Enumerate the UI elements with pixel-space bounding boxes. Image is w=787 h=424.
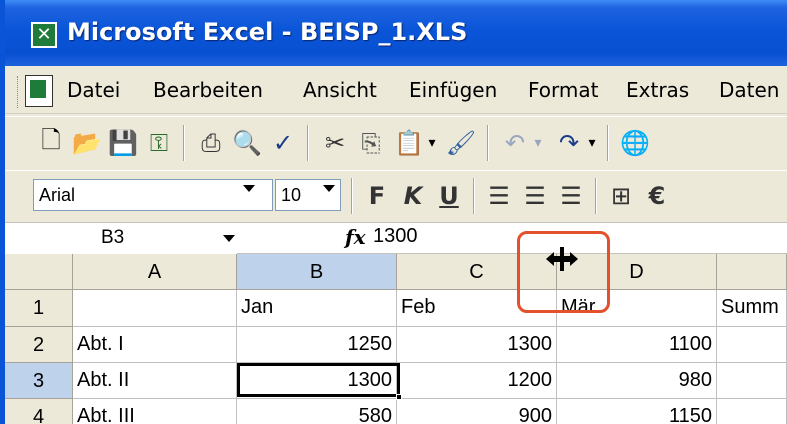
font-size-value: 10: [281, 185, 302, 205]
cell-d4[interactable]: 1150: [557, 399, 717, 424]
standard-toolbar: 🗋 📂 💾 ⚿ ⎙ 🔍 ✓ ✂ ⎘ 📋 ▾ 🖌 ↶ ▾ ↷ ▾ 🌐: [5, 116, 787, 168]
spelling-icon[interactable]: ✓: [265, 125, 301, 161]
italic-button[interactable]: K: [395, 178, 431, 214]
workbook-icon[interactable]: [25, 75, 53, 107]
column-resize-cursor-icon: [546, 247, 578, 271]
select-all-corner[interactable]: [5, 254, 73, 290]
cell-c3[interactable]: 1200: [397, 363, 557, 399]
hyperlink-icon[interactable]: 🌐: [617, 125, 653, 161]
menu-format[interactable]: Format: [528, 78, 598, 102]
row-header-1[interactable]: 1: [5, 290, 73, 327]
separator: [307, 125, 309, 161]
excel-icon[interactable]: ✕: [31, 22, 57, 48]
separator: [595, 178, 597, 214]
title-bar[interactable]: ✕ Microsoft Excel - BEISP_1.XLS: [5, 0, 787, 66]
cell-e1[interactable]: Summ: [717, 290, 787, 327]
cell-e3[interactable]: [717, 363, 787, 399]
format-painter-icon[interactable]: 🖌: [443, 125, 479, 161]
font-dropdown-icon[interactable]: [243, 185, 255, 192]
font-name-field[interactable]: Arial: [33, 179, 273, 211]
formatting-toolbar: Arial 10 F K U ☰ ☰ ☰ ⊞ €: [5, 170, 787, 220]
cell-c4[interactable]: 900: [397, 399, 557, 424]
separator: [487, 125, 489, 161]
paste-icon[interactable]: 📋: [391, 125, 427, 161]
print-preview-icon[interactable]: 🔍: [229, 125, 265, 161]
currency-button[interactable]: €: [639, 178, 675, 214]
menu-bearbeiten[interactable]: Bearbeiten: [153, 78, 263, 102]
menu-datei[interactable]: Datei: [67, 78, 120, 102]
permission-icon[interactable]: ⚿: [141, 125, 177, 161]
font-size-dropdown-icon[interactable]: [323, 185, 335, 192]
row-header-3[interactable]: 3: [5, 363, 73, 399]
new-document-icon[interactable]: 🗋: [33, 125, 69, 161]
name-box-value: B3: [101, 227, 125, 248]
name-box-dropdown-icon[interactable]: [223, 235, 235, 242]
formula-input[interactable]: 1300: [373, 225, 418, 248]
cell-b2[interactable]: 1250: [237, 327, 397, 363]
fill-handle[interactable]: [396, 394, 402, 400]
menu-bar: Datei Bearbeiten Ansicht Einfügen Format…: [5, 70, 787, 114]
cell-a4[interactable]: Abt. III: [73, 399, 237, 424]
column-header-b[interactable]: B: [237, 254, 397, 290]
cell-b3[interactable]: 1300: [237, 363, 397, 399]
cell-a2[interactable]: Abt. I: [73, 327, 237, 363]
column-header-a[interactable]: A: [73, 254, 237, 290]
undo-dropdown-icon[interactable]: ▾: [529, 125, 547, 161]
save-icon[interactable]: 💾: [105, 125, 141, 161]
insert-function-icon[interactable]: fx: [345, 225, 366, 249]
menu-einfuegen[interactable]: Einfügen: [409, 78, 497, 102]
cell-b1[interactable]: Jan: [237, 290, 397, 327]
column-header-e[interactable]: [717, 254, 787, 290]
print-icon[interactable]: ⎙: [193, 125, 229, 161]
separator: [183, 125, 185, 161]
row-header-2[interactable]: 2: [5, 327, 73, 363]
window-title: Microsoft Excel - BEISP_1.XLS: [67, 18, 468, 46]
copy-icon[interactable]: ⎘: [353, 125, 389, 161]
menu-extras[interactable]: Extras: [626, 78, 689, 102]
align-right-icon[interactable]: ☰: [553, 178, 589, 214]
cell-d2[interactable]: 1100: [557, 327, 717, 363]
separator: [473, 178, 475, 214]
cell-e4[interactable]: [717, 399, 787, 424]
cell-d3[interactable]: 980: [557, 363, 717, 399]
worksheet-grid: A B C D 1 Jan Feb Mär Summ 2 Abt. I 1250…: [5, 254, 787, 424]
excel-window: ✕ Microsoft Excel - BEISP_1.XLS Datei Be…: [0, 0, 787, 424]
formula-bar: B3 fx 1300: [5, 222, 787, 254]
redo-dropdown-icon[interactable]: ▾: [583, 125, 601, 161]
font-size-field[interactable]: 10: [275, 179, 341, 211]
row-header-4[interactable]: 4: [5, 399, 73, 424]
menu-grip[interactable]: [17, 76, 20, 108]
align-center-icon[interactable]: ☰: [517, 178, 553, 214]
align-left-icon[interactable]: ☰: [481, 178, 517, 214]
cell-c2[interactable]: 1300: [397, 327, 557, 363]
separator: [351, 178, 353, 214]
name-box[interactable]: B3: [5, 223, 237, 254]
bold-button[interactable]: F: [359, 178, 395, 214]
menu-ansicht[interactable]: Ansicht: [303, 78, 377, 102]
redo-icon[interactable]: ↷: [551, 125, 587, 161]
open-folder-icon[interactable]: 📂: [69, 125, 105, 161]
cell-a1[interactable]: [73, 290, 237, 327]
cell-b4[interactable]: 580: [237, 399, 397, 424]
underline-button[interactable]: U: [431, 178, 467, 214]
paste-dropdown-icon[interactable]: ▾: [423, 125, 441, 161]
menu-daten[interactable]: Daten: [719, 78, 779, 102]
separator: [607, 125, 609, 161]
font-name-value: Arial: [39, 185, 76, 205]
cell-a3[interactable]: Abt. II: [73, 363, 237, 399]
cell-e2[interactable]: [717, 327, 787, 363]
undo-icon[interactable]: ↶: [497, 125, 533, 161]
cut-icon[interactable]: ✂: [317, 125, 353, 161]
merge-center-icon[interactable]: ⊞: [603, 178, 639, 214]
